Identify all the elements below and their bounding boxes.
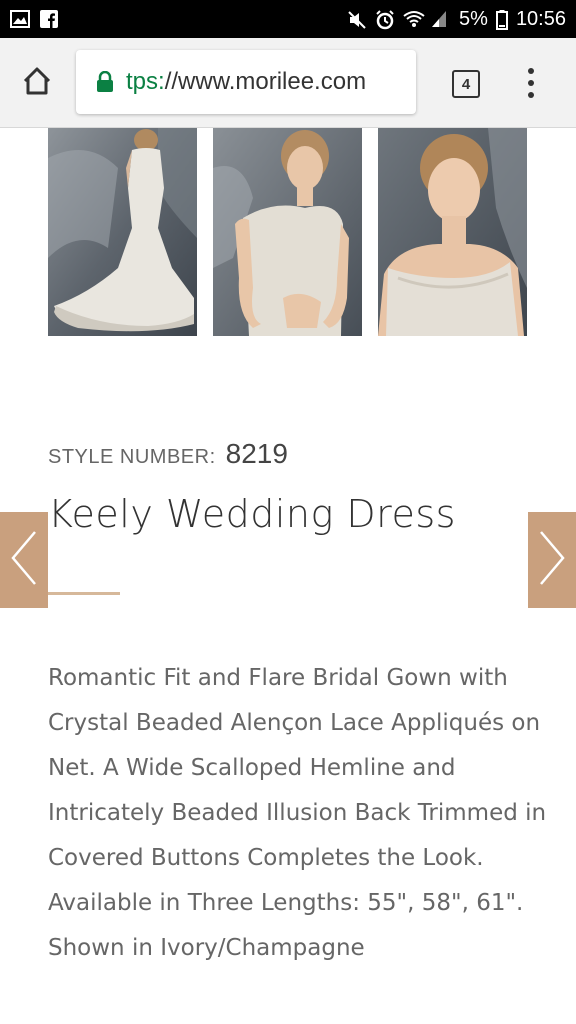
alarm-icon — [375, 10, 395, 30]
signal-icon — [431, 10, 451, 28]
style-number-row: STYLE NUMBER: 8219 — [48, 438, 288, 470]
status-bar: 5% 10:56 — [0, 0, 576, 38]
address-bar[interactable]: tps://www.morilee.com — [76, 50, 416, 114]
url-host: //www.morilee.com — [164, 68, 367, 95]
thumbnail-closeup-view[interactable] — [378, 128, 527, 336]
title-divider — [48, 592, 120, 595]
style-number-label: STYLE NUMBER: — [48, 446, 216, 468]
menu-dot — [528, 68, 534, 74]
url-scheme: tps: — [126, 68, 165, 95]
tab-switcher-button[interactable]: 4 — [452, 70, 480, 98]
menu-dot — [528, 80, 534, 86]
battery-percent: 5% — [459, 7, 488, 30]
thumbnail-back-view[interactable] — [48, 128, 197, 336]
home-icon — [22, 66, 52, 100]
menu-dot — [528, 92, 534, 98]
home-button[interactable] — [0, 38, 74, 128]
overflow-menu-button[interactable] — [520, 66, 542, 100]
style-number-value: 8219 — [225, 438, 288, 469]
page-content: STYLE NUMBER: 8219 Keely Wedding Dress R… — [0, 128, 576, 1024]
facebook-icon — [40, 10, 60, 28]
page-title: Keely Wedding Dress — [48, 492, 456, 536]
chevron-right-icon — [537, 528, 567, 592]
chevron-left-icon — [9, 528, 39, 592]
previous-dress-button[interactable] — [0, 512, 48, 608]
product-thumbnails — [48, 128, 527, 336]
url-text: tps://www.morilee.com — [126, 68, 366, 96]
battery-icon — [495, 10, 508, 30]
lock-icon — [96, 70, 114, 93]
browser-toolbar: tps://www.morilee.com 4 — [0, 38, 576, 128]
mute-icon — [347, 10, 367, 29]
clock: 10:56 — [515, 7, 566, 30]
thumbnail-front-view[interactable] — [213, 128, 362, 336]
image-icon — [10, 10, 30, 28]
next-dress-button[interactable] — [528, 512, 576, 608]
product-description: Romantic Fit and Flare Bridal Gown with … — [48, 665, 547, 961]
wifi-icon — [403, 10, 425, 28]
